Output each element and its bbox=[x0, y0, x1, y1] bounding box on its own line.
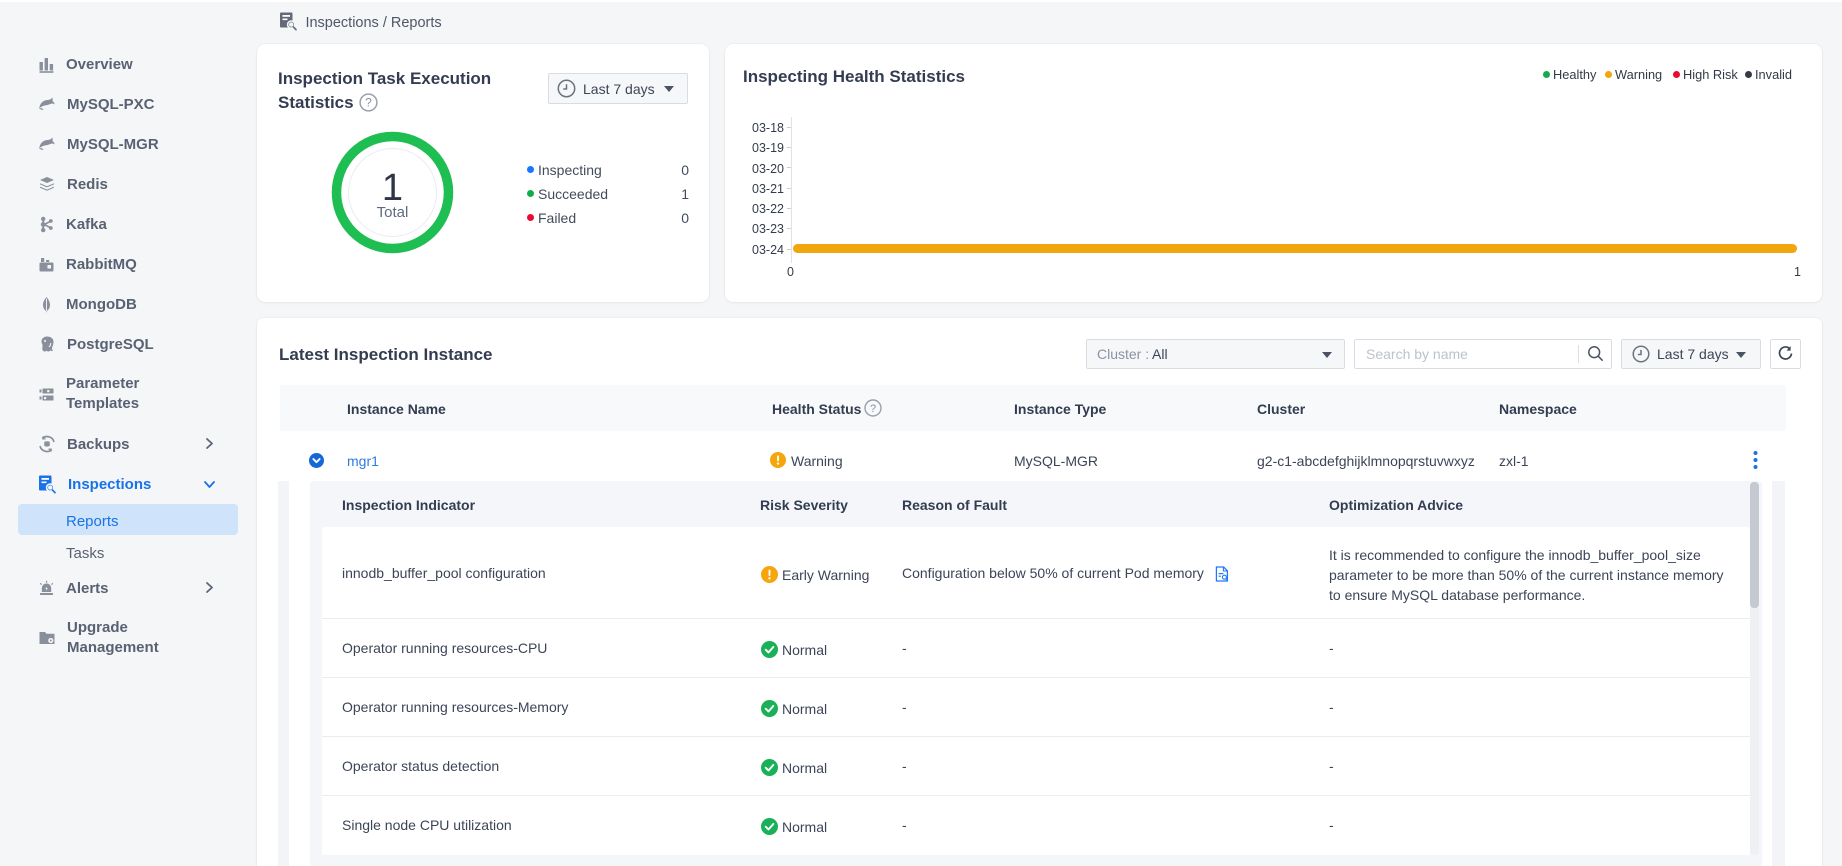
svg-text:?: ? bbox=[870, 403, 876, 415]
svg-text:?: ? bbox=[365, 96, 372, 110]
